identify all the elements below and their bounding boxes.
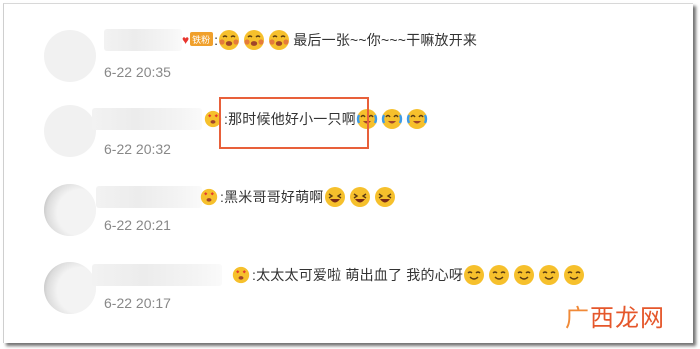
tears-joy-face-icon [406, 109, 428, 129]
comment-text-line: : 太太太可爱啦 萌出血了 我的心呀 [232, 263, 588, 287]
username-redacted[interactable] [104, 29, 182, 51]
comment-text: 黑米哥哥好萌啊 [224, 189, 324, 205]
heart-eyes-icon [232, 266, 250, 284]
grin-face-icon [564, 265, 585, 285]
comment-time: 6-22 20:35 [104, 64, 171, 80]
hug-face-icon [244, 30, 265, 50]
comment-item: : 黑米哥哥好萌啊 6-22 20:21 [4, 174, 693, 254]
fan-heart-icon: ♥ [182, 33, 190, 47]
comment-panel: ♥ 铁粉 : 最后一张~~你~~~干嘛放开来 6-22 20:35 : 那时候他… [3, 3, 693, 343]
fan-badge: 铁粉 [190, 32, 214, 46]
grin-face-icon [489, 265, 510, 285]
grin-face-icon [464, 265, 485, 285]
hug-face-icon [219, 30, 240, 50]
comment-text: 太太太可爱啦 萌出血了 我的心呀 [256, 267, 464, 283]
grin-face-icon [539, 265, 560, 285]
highlight-box [219, 97, 369, 149]
laughing-face-icon [349, 187, 370, 207]
tears-joy-face-icon [381, 109, 403, 129]
comment-item: ♥ 铁粉 : 最后一张~~你~~~干嘛放开来 6-22 20:35 [4, 14, 693, 94]
comment-time: 6-22 20:21 [104, 217, 171, 233]
comment-text-line: : 黑米哥哥好萌啊 [200, 185, 399, 209]
avatar[interactable] [44, 262, 96, 314]
laughing-face-icon [374, 187, 395, 207]
comment-time: 6-22 20:17 [104, 295, 171, 311]
heart-eyes-icon [200, 188, 218, 206]
comment-text-line: ♥ 铁粉 : 最后一张~~你~~~干嘛放开来 [182, 28, 477, 52]
username-redacted[interactable] [96, 186, 202, 208]
laughing-face-icon [324, 187, 345, 207]
comment-text: 最后一张~~你~~~干嘛放开来 [293, 32, 478, 48]
avatar[interactable] [44, 30, 96, 82]
username-redacted[interactable] [92, 108, 202, 130]
watermark-logo: 广西龙网 [565, 304, 665, 332]
comment-time: 6-22 20:32 [104, 141, 171, 157]
grin-face-icon [514, 265, 535, 285]
username-redacted[interactable] [92, 264, 222, 286]
avatar[interactable] [44, 184, 96, 236]
hug-face-icon [269, 30, 290, 50]
avatar[interactable] [44, 105, 96, 157]
